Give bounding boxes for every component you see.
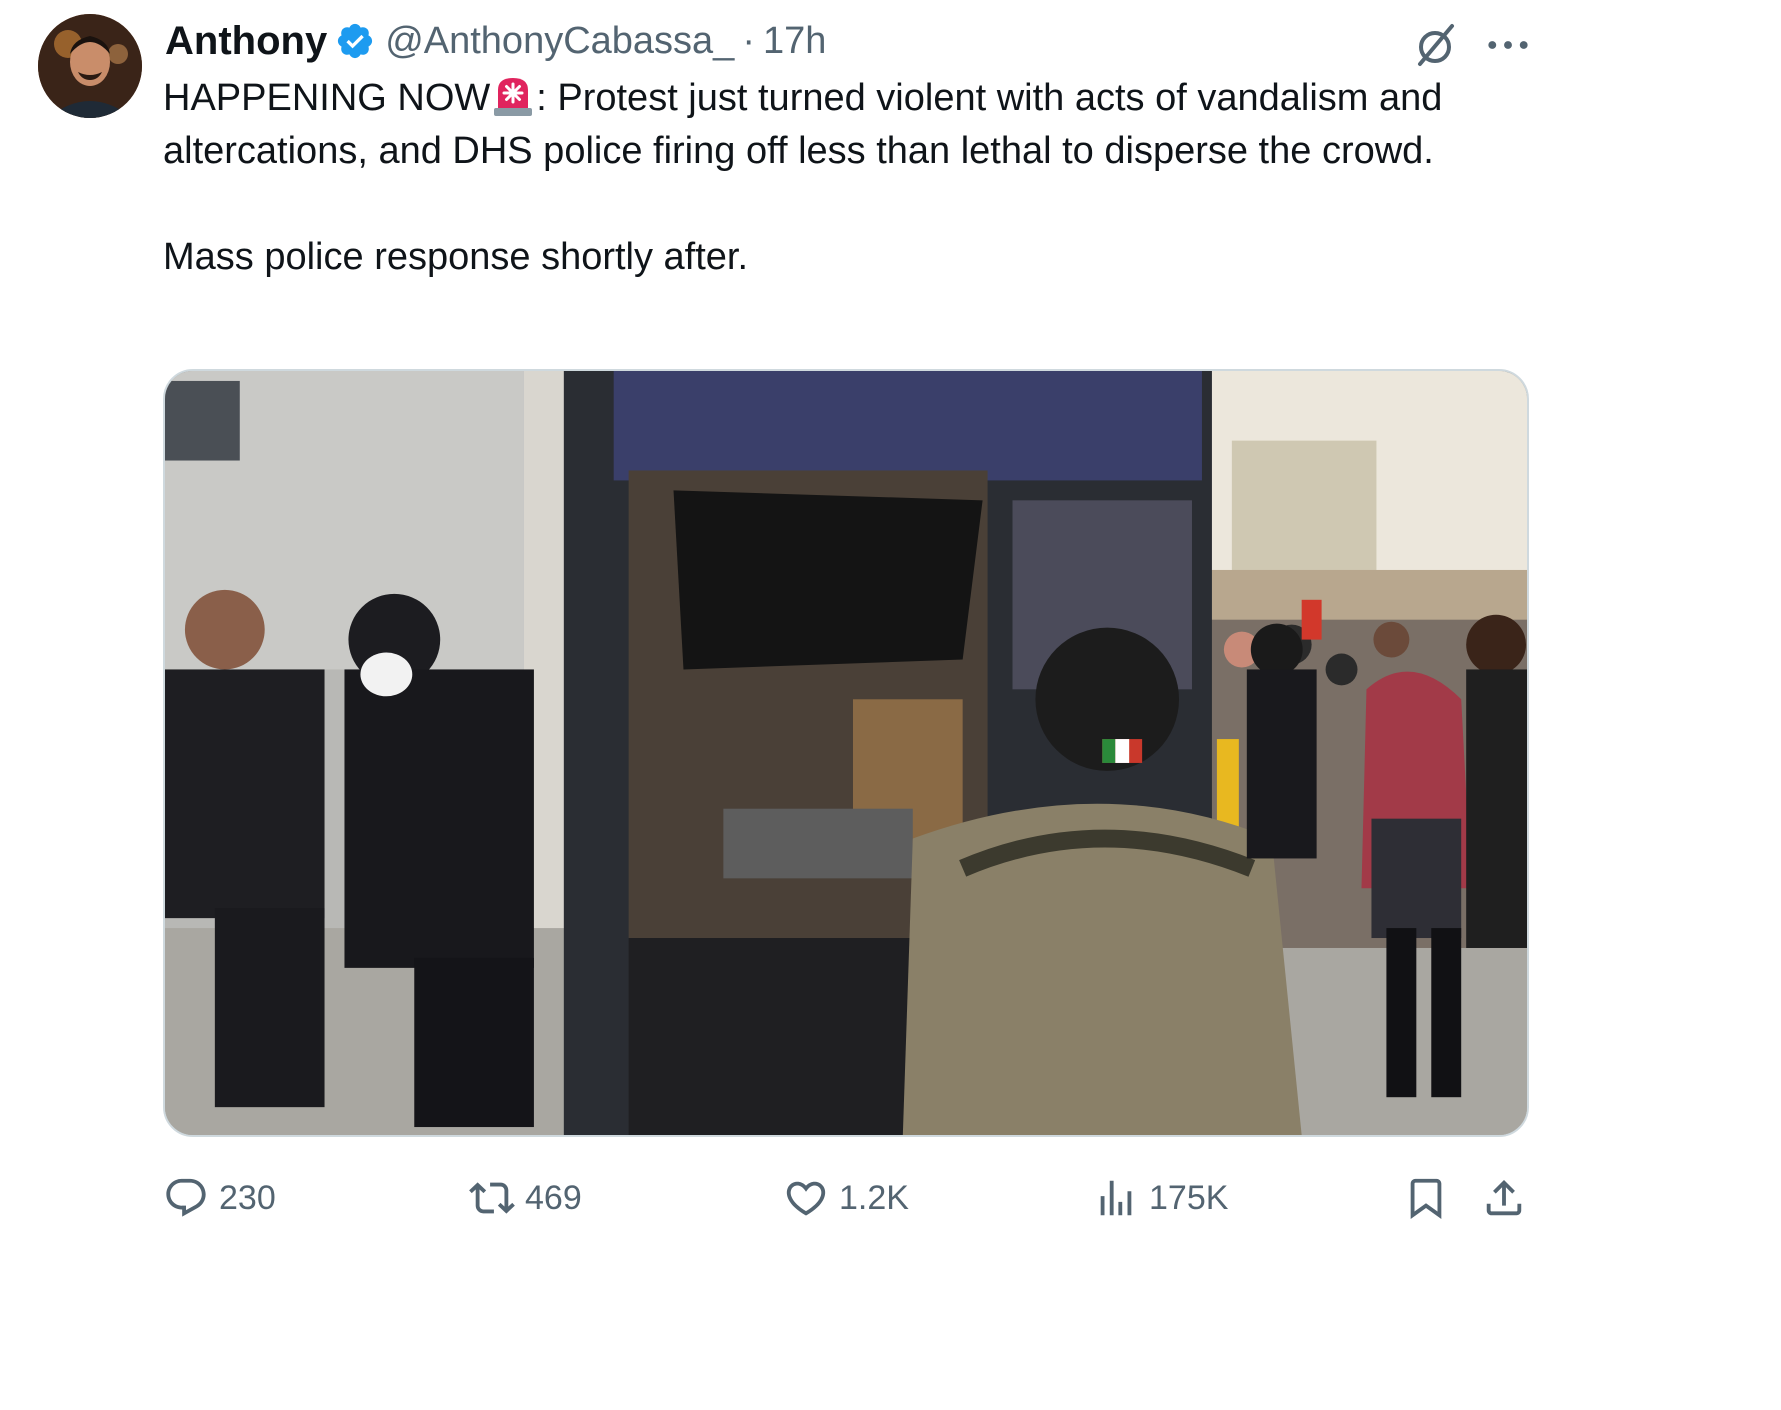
verified-badge-icon[interactable] [335, 21, 375, 61]
heart-icon [786, 1181, 826, 1216]
retweet-button[interactable]: 469 [469, 1168, 582, 1228]
author-display-name[interactable]: Anthony [165, 19, 327, 64]
views-icon [1100, 1180, 1132, 1216]
protest-photo [165, 371, 1527, 1135]
views-button[interactable]: 175K [1093, 1168, 1228, 1228]
retweet-count: 469 [525, 1178, 582, 1217]
avatar-image [38, 14, 142, 118]
tweet-text: HAPPENING NOW: Protest just turned viole… [163, 72, 1533, 284]
reply-button[interactable]: 230 [163, 1168, 276, 1228]
separator-dot: · [742, 19, 755, 62]
share-button[interactable] [1481, 1168, 1527, 1228]
bookmark-button[interactable] [1403, 1168, 1449, 1228]
retweet-icon [469, 1182, 515, 1214]
siren-icon [490, 72, 536, 118]
more-icon[interactable] [1480, 20, 1536, 70]
tweet-media-image[interactable] [163, 369, 1529, 1137]
reply-count: 230 [219, 1178, 276, 1217]
grok-icon[interactable] [1410, 20, 1460, 70]
tweet-actions-bar: 230 469 1.2K 175K [163, 1168, 1533, 1228]
tweet-header: Anthony @AnthonyCabassa_ · 17h [165, 14, 826, 68]
author-handle[interactable]: @AnthonyCabassa_ [385, 20, 734, 63]
views-count: 175K [1149, 1178, 1229, 1217]
tweet-paragraph-2: Mass police response shortly after. [163, 236, 749, 278]
avatar[interactable] [38, 14, 142, 118]
like-button[interactable]: 1.2K [783, 1168, 909, 1228]
like-count: 1.2K [839, 1178, 909, 1217]
bookmark-icon [1410, 1178, 1442, 1219]
tweet-text-prefix: HAPPENING NOW [163, 77, 491, 119]
tweet-timestamp[interactable]: 17h [763, 20, 826, 63]
tweet-paragraph-1: HAPPENING NOW: Protest just turned viole… [163, 72, 1533, 178]
reply-icon [166, 1178, 206, 1217]
share-icon [1486, 1179, 1522, 1216]
